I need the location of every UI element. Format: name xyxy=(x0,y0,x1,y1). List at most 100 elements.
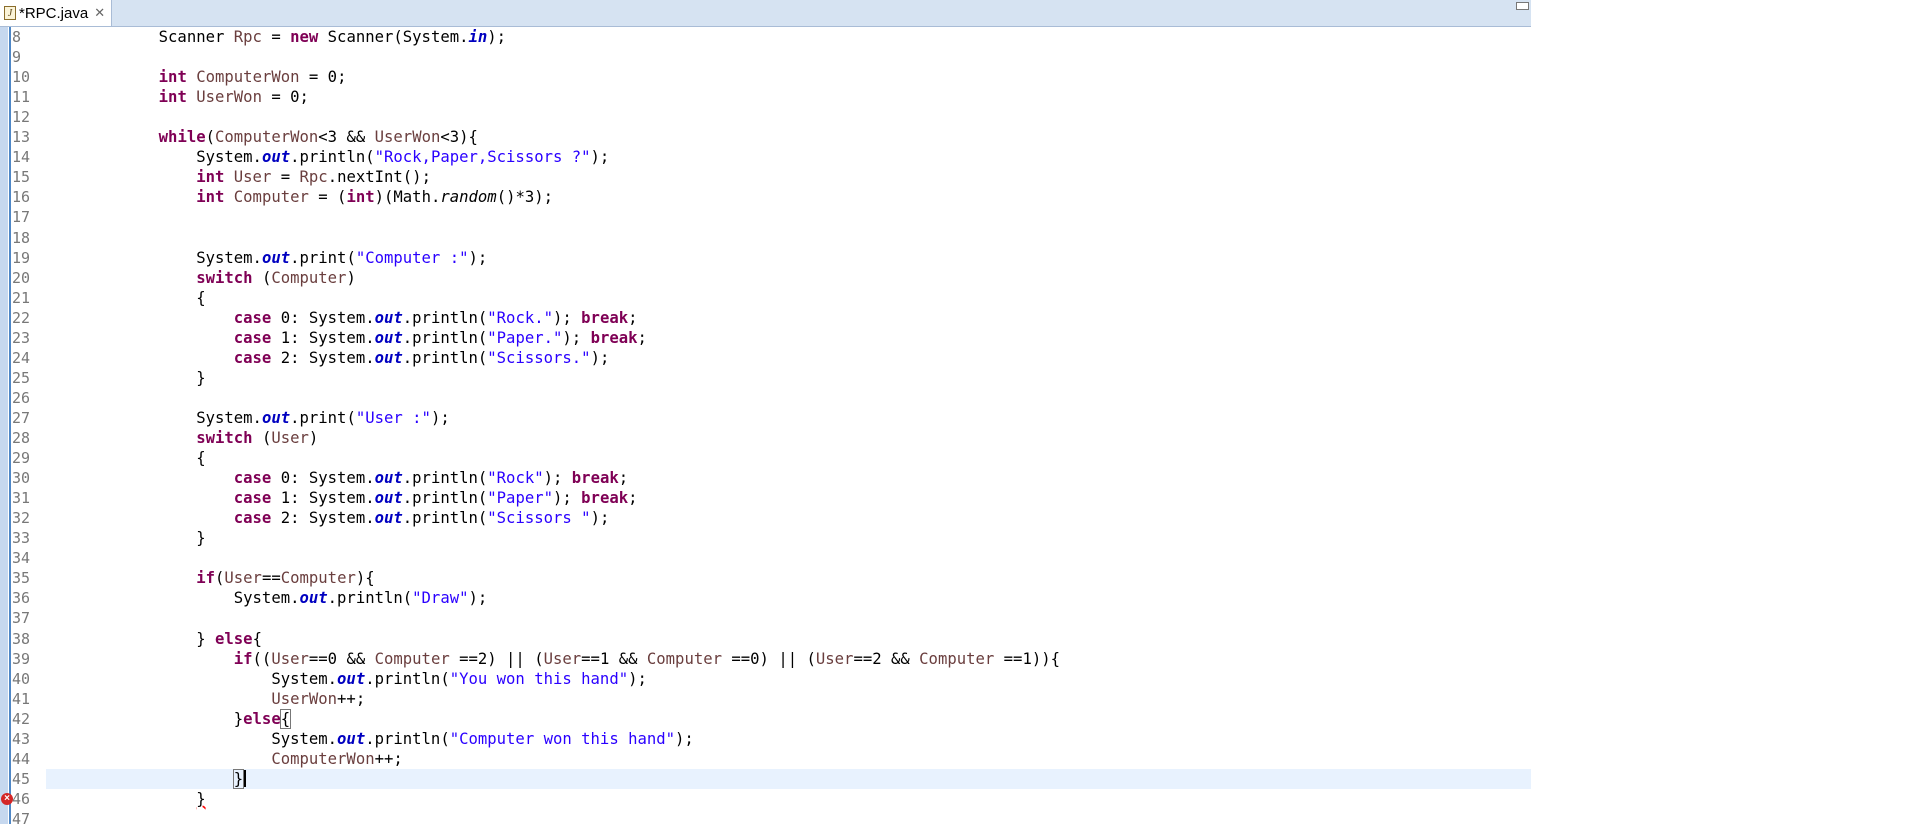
code-token: Rpc xyxy=(299,168,328,187)
code-token: out xyxy=(374,308,403,327)
code-line[interactable]: System.out.print("Computer :"); xyxy=(46,248,487,268)
code-token: out xyxy=(261,248,291,267)
code-token: )(Math. xyxy=(374,188,441,207)
line-number: 30 xyxy=(12,469,31,488)
code-token: (( xyxy=(252,649,272,668)
code-token: = ( xyxy=(308,188,347,207)
code-token: case xyxy=(233,348,272,367)
code-line[interactable]: int UserWon = 0; xyxy=(46,87,309,107)
code-token: out xyxy=(261,408,291,427)
error-icon[interactable]: × xyxy=(1,792,13,805)
code-line[interactable]: if(User==Computer){ xyxy=(46,568,374,588)
code-token: .println( xyxy=(402,308,488,327)
code-token: ComputerWon xyxy=(271,749,375,768)
code-line[interactable]: ComputerWon++; xyxy=(46,749,402,769)
code-token: out xyxy=(374,469,403,488)
line-number: 38 xyxy=(12,629,31,648)
code-line[interactable]: } else{ xyxy=(46,629,262,649)
code-line[interactable]: int ComputerWon = 0; xyxy=(46,67,347,87)
code-token: == xyxy=(261,569,281,588)
line-number: 8 xyxy=(12,28,22,46)
code-token: { xyxy=(252,629,262,648)
code-line[interactable]: while(ComputerWon<3 && UserWon<3){ xyxy=(46,127,478,147)
code-token: out xyxy=(374,328,403,347)
line-number: 34 xyxy=(12,549,31,568)
line-number: 9 xyxy=(12,48,22,67)
code-line[interactable]: if((User==0 && Computer ==2) || (User==1… xyxy=(46,649,1060,669)
code-token: } xyxy=(46,368,206,387)
code-editor[interactable]: 8 Scanner Rpc = new Scanner(System.in); 9… xyxy=(0,27,1531,824)
tab-rpc-java[interactable]: J *RPC.java ✕ xyxy=(0,0,112,26)
line-number: 37 xyxy=(12,609,31,628)
code-token: ComputerWon xyxy=(215,128,319,147)
line-number: 25 xyxy=(12,368,31,387)
code-token: else xyxy=(215,629,253,648)
code-line[interactable]: case 1: System.out.println("Paper."); br… xyxy=(46,328,647,348)
code-line[interactable]: System.out.println("Rock,Paper,Scissors … xyxy=(46,147,609,167)
code-token: in xyxy=(468,28,488,46)
code-line[interactable]: switch (User) xyxy=(46,428,318,448)
code-token: ; xyxy=(637,328,647,347)
line-number: 16 xyxy=(12,188,31,207)
code-line[interactable]: case 2: System.out.println("Scissors "); xyxy=(46,508,610,528)
code-line[interactable]: } xyxy=(46,528,205,548)
code-token: { xyxy=(279,708,292,729)
code-token: "You won this hand" xyxy=(449,669,629,688)
code-line[interactable]: { xyxy=(46,288,206,308)
code-token: "Paper" xyxy=(487,489,553,508)
code-token: out xyxy=(299,589,328,608)
code-line[interactable]: Scanner Rpc = new Scanner(System.in); xyxy=(46,27,506,47)
code-token: Computer xyxy=(271,268,347,287)
code-line[interactable]: int User = Rpc.nextInt(); xyxy=(46,167,431,187)
code-token: else xyxy=(243,709,281,728)
code-token: ); xyxy=(543,469,572,488)
code-line[interactable]: case 2: System.out.println("Scissors."); xyxy=(46,348,610,368)
code-line[interactable]: System.out.println("Computer won this ha… xyxy=(46,729,694,749)
code-token: "Rock,Paper,Scissors ?" xyxy=(374,148,591,167)
current-line-highlight xyxy=(46,768,1531,789)
code-line[interactable]: } xyxy=(46,768,247,789)
code-line[interactable]: UserWon++; xyxy=(46,689,365,709)
code-token: ; xyxy=(628,489,638,508)
code-line[interactable]: int Computer = (int)(Math.random()*3); xyxy=(46,187,553,207)
code-token: "Rock." xyxy=(487,308,553,327)
change-ruler xyxy=(9,27,11,824)
close-icon[interactable]: ✕ xyxy=(94,5,105,21)
line-number: 15 xyxy=(12,168,31,187)
code-line[interactable]: System.out.println("You won this hand"); xyxy=(46,669,647,689)
code-token: case xyxy=(233,328,272,347)
minimize-icon[interactable] xyxy=(1516,2,1529,10)
code-token: ); xyxy=(675,729,694,748)
code-token: ( xyxy=(252,268,272,287)
code-line[interactable]: System.out.print("User :"); xyxy=(46,408,450,428)
line-number: 29 xyxy=(12,449,31,468)
code-token: Computer xyxy=(233,188,309,207)
code-line[interactable]: case 1: System.out.println("Paper"); bre… xyxy=(46,488,638,508)
line-number: 11 xyxy=(12,88,31,107)
line-number: 31 xyxy=(12,489,31,508)
code-token: ==0 && xyxy=(308,649,375,668)
code-token: "Paper." xyxy=(487,328,563,347)
code-line[interactable]: switch (Computer) xyxy=(46,268,356,288)
code-line[interactable]: System.out.println("Draw"); xyxy=(46,588,488,608)
code-line[interactable]: } xyxy=(46,789,205,809)
line-number: 26 xyxy=(12,388,31,407)
code-token: ; xyxy=(628,308,638,327)
code-line[interactable]: case 0: System.out.println("Rock"); brea… xyxy=(46,468,628,488)
code-token: ); xyxy=(430,408,450,427)
code-token: ); xyxy=(590,148,610,167)
code-token: break xyxy=(581,489,629,508)
code-token: .println( xyxy=(402,348,488,367)
code-line[interactable]: case 0: System.out.println("Rock."); bre… xyxy=(46,308,638,328)
code-token: { xyxy=(46,288,206,307)
code-line[interactable]: } xyxy=(46,368,206,388)
code-line[interactable]: { xyxy=(46,448,205,468)
code-line[interactable]: }else{ xyxy=(46,708,292,729)
line-number: 44 xyxy=(12,749,31,768)
